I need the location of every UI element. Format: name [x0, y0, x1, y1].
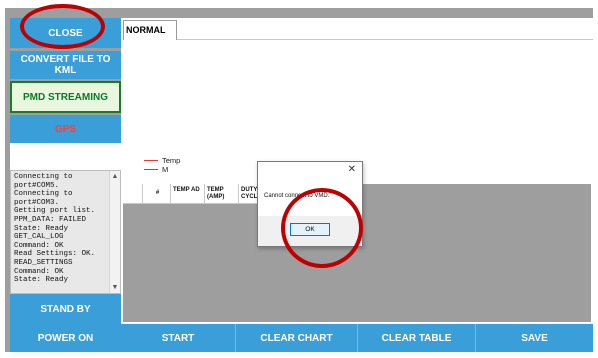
legend-item-temp: Temp [144, 156, 180, 165]
legend-label-m: M [162, 165, 169, 174]
clear-chart-label: CLEAR CHART [260, 332, 333, 344]
stand-by-button[interactable]: STAND BY [10, 294, 121, 324]
legend-label-temp: Temp [162, 156, 181, 165]
column-header-temp-amp[interactable]: TEMP (AMP) [205, 184, 239, 204]
gps-button[interactable]: GPS [10, 115, 121, 143]
pmd-streaming-label: PMD STREAMING [23, 91, 108, 103]
power-on-label: POWER ON [37, 332, 94, 344]
log-text: Connecting to port#COM5. Connecting to p… [14, 173, 96, 285]
clear-chart-button[interactable]: CLEAR CHART [236, 324, 358, 352]
scroll-up-icon[interactable]: ▲ [110, 173, 120, 180]
column-header-temp-ad[interactable]: TEMP AD [171, 184, 205, 204]
save-label: SAVE [521, 332, 548, 344]
chart-legend: Temp M [144, 156, 180, 174]
convert-file-to-kml-button[interactable]: CONVERT FILE TO KML [10, 51, 121, 79]
column-header-number[interactable]: # [143, 184, 171, 204]
start-label: START [161, 332, 195, 344]
log-box[interactable]: Connecting to port#COM5. Connecting to p… [10, 170, 121, 294]
column-header-duty-cycle[interactable]: DUTY CYCL [239, 184, 259, 204]
scroll-down-icon[interactable]: ▼ [110, 284, 120, 291]
dialog-close-icon[interactable]: ✕ [348, 164, 356, 175]
gps-button-label: GPS [54, 123, 77, 135]
clear-table-button[interactable]: CLEAR TABLE [358, 324, 476, 352]
pmd-streaming-button[interactable]: PMD STREAMING [10, 81, 121, 113]
save-button[interactable]: SAVE [476, 324, 593, 352]
legend-line-m [144, 169, 158, 170]
legend-item-m: M [144, 165, 180, 174]
start-button[interactable]: START [121, 324, 236, 352]
stand-by-label: STAND BY [40, 303, 91, 315]
clear-table-label: CLEAR TABLE [381, 332, 452, 344]
row-header-corner [123, 184, 143, 204]
tab-strip: NORMAL [121, 18, 593, 40]
sidebar-blank-area [10, 143, 121, 170]
annotation-circle-ok [281, 188, 363, 268]
annotation-circle-close [20, 4, 105, 49]
tab-normal[interactable]: NORMAL [123, 20, 177, 40]
legend-line-temp [144, 160, 158, 161]
log-scrollbar[interactable]: ▲ ▼ [109, 171, 120, 293]
convert-button-label: CONVERT FILE TO KML [20, 54, 111, 76]
tab-normal-label: NORMAL [126, 25, 166, 35]
power-on-button[interactable]: POWER ON [10, 324, 121, 352]
